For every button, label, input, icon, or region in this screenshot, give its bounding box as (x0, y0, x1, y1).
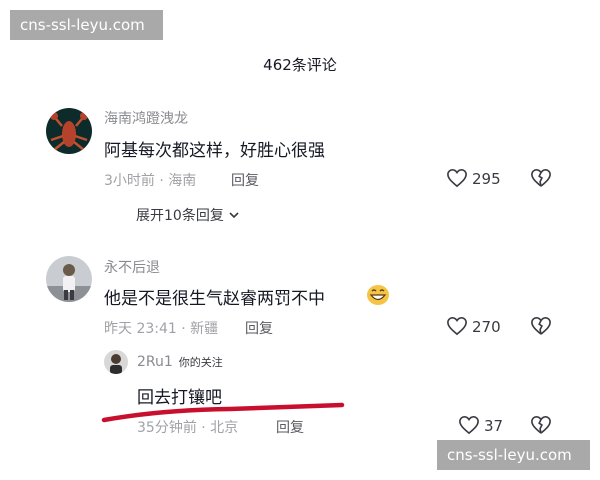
expand-replies-label: 展开10条回复 (136, 208, 224, 224)
broken-heart-icon[interactable] (530, 316, 552, 340)
heart-icon[interactable] (446, 168, 468, 192)
broken-heart-icon[interactable] (530, 168, 552, 192)
heart-icon[interactable] (458, 415, 480, 439)
comment-text: 他是不是很生气赵睿两罚不中 (104, 289, 325, 309)
chevron-down-icon (228, 208, 240, 224)
comment-text: 阿基每次都这样，好胜心很强 (104, 141, 325, 161)
reply-button[interactable]: 回复 (276, 417, 304, 437)
like-count: 270 (472, 318, 501, 336)
reply-time-location: 35分钟前 · 北京 (137, 420, 239, 436)
like-count: 295 (472, 170, 501, 188)
comment-time-location: 3小时前 · 海南 (104, 173, 197, 189)
comments-header: 462条评论 (263, 56, 337, 74)
reply-button[interactable]: 回复 (231, 170, 259, 190)
reply-username-text: 2Ru1 (137, 354, 173, 370)
following-tag: 你的关注 (178, 356, 223, 369)
like-count: 37 (484, 417, 504, 435)
heart-icon[interactable] (446, 316, 468, 340)
reply-button[interactable]: 回复 (245, 318, 273, 338)
reply-username[interactable]: 2Ru1 你的关注 (137, 354, 223, 370)
comment-time-location: 昨天 23:41 · 新疆 (104, 321, 219, 337)
broken-heart-icon[interactable] (530, 415, 552, 439)
expand-replies-button[interactable]: 展开10条回复 (136, 205, 240, 225)
grin-emoji-icon (366, 284, 390, 306)
avatar-reply[interactable] (104, 350, 128, 374)
avatar-person[interactable] (46, 256, 92, 302)
comment-username[interactable]: 海南鸿蹬洩龙 (104, 108, 188, 128)
watermark-top: cns-ssl-leyu.com (10, 10, 163, 40)
watermark-bottom: cns-ssl-leyu.com (437, 440, 590, 470)
avatar-lobster[interactable] (46, 108, 92, 154)
comment-username[interactable]: 永不后退 (104, 257, 160, 277)
